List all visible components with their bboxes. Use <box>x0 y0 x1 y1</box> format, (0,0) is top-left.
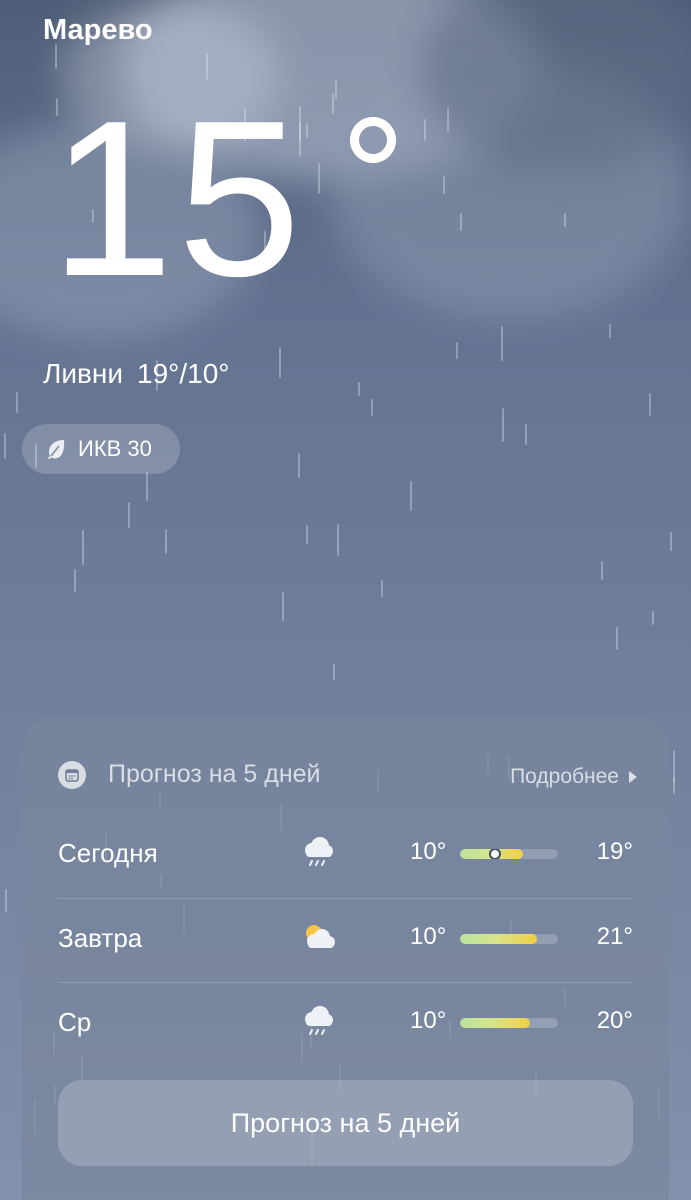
forecast-row-today[interactable]: Сегодня 10° 19° <box>58 814 633 898</box>
rain-streak <box>279 347 281 378</box>
rain-streak <box>165 529 167 554</box>
condition-line: Ливни 19°/10° <box>43 358 243 390</box>
rain-streak <box>371 399 373 416</box>
rain-streak <box>447 108 449 132</box>
rain-streak <box>318 163 320 194</box>
rain-streak <box>609 324 611 338</box>
rain-streak <box>381 580 383 597</box>
rain-streak <box>298 453 300 478</box>
rain-streak <box>564 213 566 227</box>
forecast-card: Прогноз на 5 дней Подробнее Сегодня 10° … <box>22 716 669 1200</box>
calendar-icon <box>58 760 86 789</box>
rain-streak <box>424 119 426 141</box>
current-temp-marker <box>489 849 502 859</box>
forecast-header: Прогноз на 5 дней <box>58 760 321 789</box>
high-temp: 19° <box>596 838 633 865</box>
temp-range-fill <box>460 934 538 944</box>
rain-streak <box>460 213 462 231</box>
five-day-forecast-button[interactable]: Прогноз на 5 дней <box>58 1080 633 1166</box>
five-day-forecast-button-label: Прогноз на 5 дней <box>230 1107 461 1138</box>
high-temp: 20° <box>596 1007 633 1034</box>
rain-streak <box>146 472 148 501</box>
rain-streak <box>502 408 504 442</box>
rain-streak <box>332 93 334 114</box>
degree-symbol <box>350 117 396 163</box>
rain-streak <box>616 627 618 650</box>
rain-streak <box>74 569 76 592</box>
rain-streak <box>601 561 603 580</box>
rain-streak <box>652 611 654 625</box>
temp-range-bar <box>460 1018 558 1028</box>
condition-text: Ливни <box>43 358 123 389</box>
current-temperature: 15 <box>50 75 305 323</box>
rain-streak <box>82 530 84 565</box>
rain-streak <box>4 433 6 459</box>
rain-streak <box>456 342 458 359</box>
rain-streak <box>306 525 308 544</box>
rain-streak <box>55 44 57 69</box>
low-temp: 10° <box>410 1007 447 1034</box>
rain-streak <box>649 393 651 416</box>
rain-streak <box>333 664 335 680</box>
day-label: Завтра <box>58 923 143 953</box>
high-temp: 21° <box>596 923 633 950</box>
rain-streak <box>358 382 360 396</box>
forecast-title: Прогноз на 5 дней <box>108 760 321 788</box>
rain-cloud-icon <box>305 837 333 866</box>
partly-sunny-icon <box>306 925 335 948</box>
rain-streak <box>16 392 18 413</box>
forecast-row-wednesday[interactable]: Ср 10° 20° <box>58 983 633 1067</box>
rain-streak <box>306 123 308 138</box>
rain-cloud-icon <box>305 1006 333 1035</box>
temp-range-bar <box>460 934 558 944</box>
chevron-right-icon <box>629 771 637 783</box>
temp-range-bar <box>460 849 558 859</box>
forecast-row-tomorrow[interactable]: Завтра 10° 21° <box>58 899 633 983</box>
rain-streak <box>525 424 527 445</box>
rain-streak <box>410 481 412 511</box>
more-link-label: Подробнее <box>510 765 619 788</box>
city-name[interactable]: Марево <box>43 14 153 47</box>
rain-streak <box>128 502 130 528</box>
aqi-badge[interactable]: ИКВ 30 <box>22 424 180 474</box>
day-label: Ср <box>58 1007 92 1037</box>
rain-streak <box>501 326 503 361</box>
rain-streak <box>337 524 339 556</box>
rain-streak <box>335 79 337 99</box>
leaf-icon <box>48 440 65 460</box>
rain-streak <box>673 777 675 794</box>
more-link[interactable]: Подробнее <box>510 765 637 789</box>
low-temp: 10° <box>410 838 447 865</box>
low-temp: 10° <box>410 923 447 950</box>
rain-streak <box>443 176 445 194</box>
rain-streak <box>670 532 672 551</box>
temperature-range: 19°/10° <box>137 358 230 389</box>
aqi-label: ИКВ 30 <box>78 436 152 461</box>
temp-range-fill <box>460 1018 530 1028</box>
day-label: Сегодня <box>58 838 158 868</box>
rain-streak <box>5 889 7 912</box>
rain-streak <box>282 592 284 621</box>
